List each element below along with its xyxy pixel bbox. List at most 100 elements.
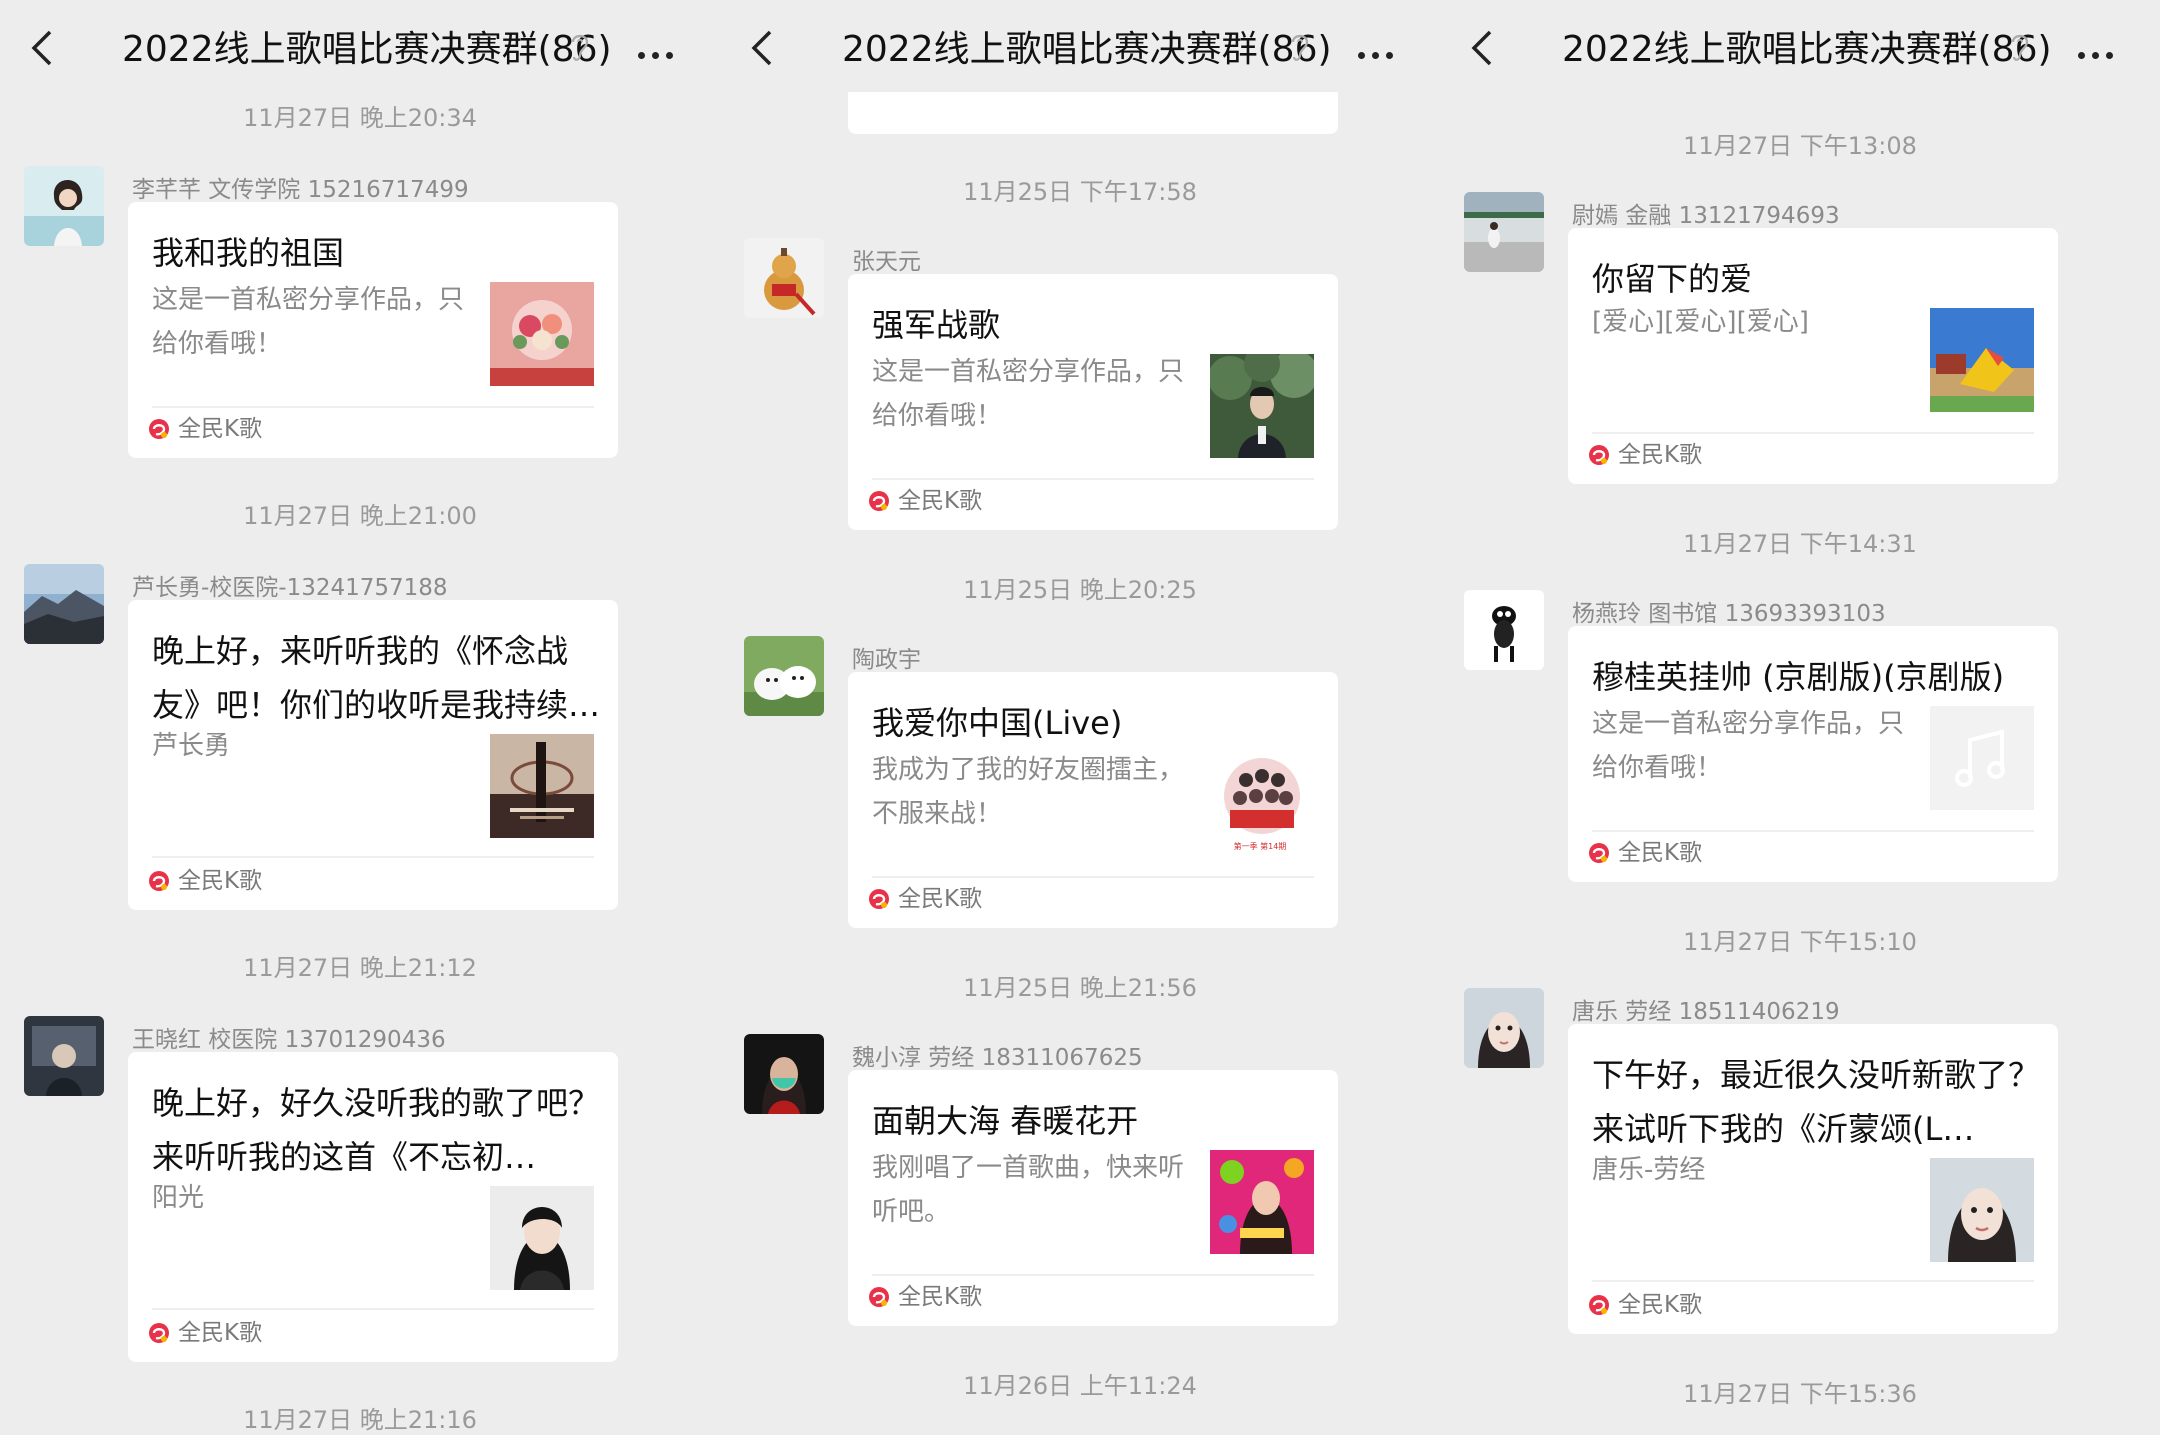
more-icon[interactable] [2078, 44, 2122, 59]
kge-logo-icon [1589, 445, 1609, 465]
back-icon[interactable] [746, 28, 780, 68]
sender-name: 唐乐 劳经 18511406219 [1572, 999, 1840, 1025]
timestamp: 11月26日 上午11:24 [963, 1372, 1197, 1400]
gourd-image [744, 238, 824, 318]
chat-title: 2022线上歌唱比赛决赛群(86) [842, 29, 1332, 70]
card-description: 阳光 [152, 1183, 205, 1213]
top-bar: 2022线上歌唱比赛决赛群(86) [0, 0, 720, 92]
source-app: 全民K歌 [148, 414, 262, 444]
woman-face-image [1464, 988, 1544, 1068]
card-divider [152, 1308, 594, 1310]
music-share-card[interactable]: 我爱你中国(Live) 我成为了我的好友圈擂主，不服来战！ 第一季 第14期 全… [848, 672, 1338, 928]
card-description: 芦长勇 [152, 731, 231, 761]
kge-logo-icon [869, 1287, 889, 1307]
card-description: [爱心][爱心][爱心] [1592, 307, 1809, 337]
chat-panel-1: 2022线上歌唱比赛决赛群(86) 11月27日 晚上20:34 李芊芊 文传学… [0, 0, 720, 1435]
dark-photo-image [24, 1016, 104, 1096]
white-dogs-image [744, 636, 824, 716]
card-description: 我刚唱了一首歌曲，快来听听吧。 [872, 1153, 1185, 1227]
music-share-card[interactable]: 强军战歌 这是一首私密分享作品，只给你看哦！ 全民K歌 [848, 274, 1338, 530]
chat-panel-3: 2022线上歌唱比赛决赛群(86) 11月27日 下午13:08 尉嫣 金融 1… [1440, 0, 2160, 1435]
back-icon[interactable] [1466, 28, 1500, 68]
man-in-trees-image [1210, 354, 1314, 458]
cover-thumbnail [490, 282, 594, 386]
group-photo-image: 第一季 第14期 [1210, 752, 1314, 856]
previous-card-fragment[interactable] [848, 92, 1338, 134]
source-app: 全民K歌 [148, 866, 262, 896]
source-label: 全民K歌 [898, 886, 983, 912]
avatar[interactable] [744, 636, 824, 716]
card-divider [1592, 1280, 2034, 1282]
station-photo-image [1464, 192, 1544, 272]
sender-name: 尉嫣 金融 13121794693 [1572, 203, 1840, 229]
kge-logo-icon [149, 419, 169, 439]
cover-thumbnail [490, 734, 594, 838]
top-bar: 2022线上歌唱比赛决赛群(86) [720, 0, 1440, 92]
music-share-card[interactable]: 晚上好，来听听我的《怀念战友》吧！你们的收听是我持续… 芦长勇 全民K歌 [128, 600, 618, 910]
song-title: 晚上好，好久没听我的歌了吧？来听听我的这首《不忘初… [152, 1084, 601, 1176]
song-title: 你留下的爱 [1592, 260, 1753, 298]
source-app: 全民K歌 [868, 884, 982, 914]
avatar[interactable] [24, 564, 104, 644]
avatar[interactable] [24, 166, 104, 246]
source-app: 全民K歌 [868, 1282, 982, 1312]
source-app: 全民K歌 [148, 1318, 262, 1348]
card-divider [872, 478, 1314, 480]
music-share-card[interactable]: 下午好，最近很久没听新歌了？来试听下我的《沂蒙颂(L… 唐乐-劳经 全民K歌 [1568, 1024, 2058, 1334]
kge-logo-icon [1589, 843, 1609, 863]
music-share-card[interactable]: 面朝大海 春暖花开 我刚唱了一首歌曲，快来听听吧。 全民K歌 [848, 1070, 1338, 1326]
source-label: 全民K歌 [1618, 1292, 1703, 1318]
source-label: 全民K歌 [178, 868, 263, 894]
music-note-icon [1955, 729, 2005, 787]
timestamp: 11月25日 晚上21:56 [963, 974, 1197, 1002]
source-label: 全民K歌 [1618, 442, 1703, 468]
source-label: 全民K歌 [178, 416, 263, 442]
music-share-card[interactable]: 你留下的爱 [爱心][爱心][爱心] 全民K歌 [1568, 228, 2058, 484]
ear-mode-icon [1291, 34, 1309, 61]
cover-thumbnail [1210, 354, 1314, 458]
avatar[interactable] [744, 1034, 824, 1114]
avatar[interactable] [1464, 192, 1544, 272]
source-app: 全民K歌 [1588, 838, 1702, 868]
sender-name: 张天元 [852, 249, 921, 275]
avatar[interactable] [24, 1016, 104, 1096]
more-icon[interactable] [638, 44, 682, 59]
kge-logo-icon [1589, 1295, 1609, 1315]
ear-mode-icon [2011, 34, 2029, 61]
cover-thumbnail [490, 1186, 594, 1290]
card-divider [872, 876, 1314, 878]
song-title: 下午好，最近很久没听新歌了？来试听下我的《沂蒙颂(L… [1592, 1056, 2041, 1148]
source-app: 全民K歌 [868, 486, 982, 516]
song-title: 面朝大海 春暖花开 [872, 1102, 1139, 1140]
timestamp: 11月27日 晚上21:16 [243, 1406, 477, 1434]
music-share-card[interactable]: 晚上好，好久没听我的歌了吧？来听听我的这首《不忘初… 阳光 全民K歌 [128, 1052, 618, 1362]
card-description: 唐乐-劳经 [1592, 1155, 1706, 1185]
card-divider [872, 1274, 1314, 1276]
chat-panel-2: 2022线上歌唱比赛决赛群(86) 11月25日 下午17:58 张天元 强军战… [720, 0, 1440, 1435]
sheep-cartoon-image [1464, 590, 1544, 670]
source-app: 全民K歌 [1588, 440, 1702, 470]
song-title: 穆桂英挂帅 (京剧版)(京剧版) [1592, 658, 2005, 696]
pink-album-image [1210, 1150, 1314, 1254]
avatar[interactable] [744, 238, 824, 318]
more-icon[interactable] [1358, 44, 1402, 59]
timestamp: 11月25日 晚上20:25 [963, 576, 1197, 604]
timestamp: 11月27日 下午14:31 [1683, 530, 1917, 558]
sender-name: 陶政宇 [852, 647, 921, 673]
cover-thumbnail: 第一季 第14期 [1210, 752, 1314, 856]
music-share-card[interactable]: 穆桂英挂帅 (京剧版)(京剧版) 这是一首私密分享作品，只给你看哦！ 全民K歌 [1568, 626, 2058, 882]
card-divider [152, 406, 594, 408]
avatar[interactable] [1464, 988, 1544, 1068]
woman-face-image [1930, 1158, 2034, 1262]
back-icon[interactable] [26, 28, 60, 68]
source-app: 全民K歌 [1588, 1290, 1702, 1320]
cover-thumbnail [1930, 308, 2034, 412]
kge-logo-icon [869, 491, 889, 511]
avatar[interactable] [1464, 590, 1544, 670]
cover-thumbnail [1930, 1158, 2034, 1262]
music-share-card[interactable]: 我和我的祖国 这是一首私密分享作品，只给你看哦！ 全民K歌 [128, 202, 618, 458]
chat-title: 2022线上歌唱比赛决赛群(86) [1562, 29, 2052, 70]
sender-name: 王晓红 校医院 13701290436 [132, 1027, 446, 1053]
source-label: 全民K歌 [1618, 840, 1703, 866]
sender-name: 芦长勇-校医院-13241757188 [132, 575, 448, 601]
